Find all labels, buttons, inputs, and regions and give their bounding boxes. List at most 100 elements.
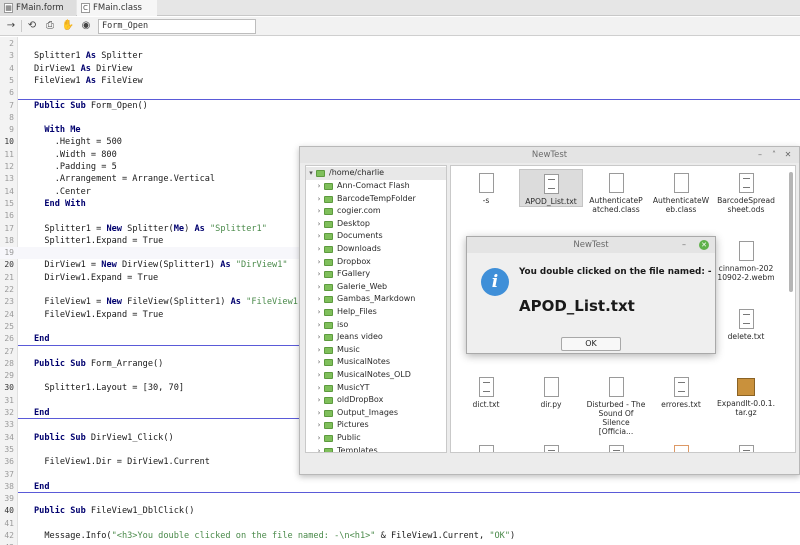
file-item[interactable]: fattura.xml <box>519 441 583 452</box>
file-item[interactable]: AuthenticateW eb.class <box>649 169 713 214</box>
file-item[interactable]: -s <box>454 169 518 205</box>
file-item[interactable]: Expandit.web m <box>454 441 518 452</box>
file-item[interactable]: cinnamon-202 10902-2.webm <box>714 237 778 282</box>
file-item[interactable]: BarcodeSpread sheet.ods <box>714 169 778 214</box>
file-item[interactable]: file.txt <box>714 441 778 452</box>
chevron-right-icon[interactable]: › <box>315 419 323 432</box>
line-number: 12 <box>4 162 14 171</box>
print-icon[interactable]: ⎙ <box>43 19 57 33</box>
chevron-right-icon[interactable]: › <box>315 382 323 395</box>
stop-icon[interactable]: ✋ <box>61 19 75 33</box>
chevron-right-icon[interactable]: › <box>315 180 323 193</box>
file-item[interactable]: dir.py <box>519 373 583 409</box>
line-number: 40 <box>4 506 14 516</box>
code-line[interactable]: 42 Message.Info("<h3>You double clicked … <box>0 530 800 542</box>
tree-folder-item[interactable]: › Output_Images <box>306 407 446 420</box>
tree-folder-item[interactable]: › Templates <box>306 445 446 452</box>
tree-folder-item[interactable]: › Dropbox <box>306 256 446 269</box>
chevron-right-icon[interactable]: › <box>315 445 323 452</box>
chevron-right-icon[interactable]: › <box>315 432 323 445</box>
chevron-right-icon[interactable]: › <box>315 193 323 206</box>
code-line[interactable]: 40 Public Sub FileView1_DblClick() <box>0 505 800 517</box>
file-item[interactable]: ExpandIt-0.0.1. tar.gz <box>714 373 778 417</box>
tree-folder-item[interactable]: › Help_Files <box>306 306 446 319</box>
view-icon[interactable]: ◉ <box>79 19 93 33</box>
tree-folder-item[interactable]: › Pictures <box>306 419 446 432</box>
code-line[interactable]: 4 DirView1 As DirView <box>0 63 800 75</box>
code-line[interactable]: 38 End <box>0 481 800 493</box>
code-text: With Me <box>44 125 81 136</box>
tree-folder-item[interactable]: › MusicalNotes <box>306 356 446 369</box>
procedure-selector[interactable]: Form_Open <box>98 19 256 34</box>
file-item[interactable]: AuthenticateP atched.class <box>584 169 648 214</box>
file-item[interactable]: dict.txt <box>454 373 518 409</box>
tree-folder-item[interactable]: › Desktop <box>306 218 446 231</box>
code-line[interactable]: 41 <box>0 518 800 530</box>
chevron-right-icon[interactable]: › <box>315 331 323 344</box>
tree-root[interactable]: ▾ /home/charlie <box>306 167 446 180</box>
close-icon[interactable]: ✕ <box>699 240 709 250</box>
chevron-right-icon[interactable]: › <box>315 205 323 218</box>
chevron-right-icon[interactable]: › <box>315 230 323 243</box>
tree-folder-item[interactable]: › cogier.com <box>306 205 446 218</box>
chevron-right-icon[interactable]: › <box>315 356 323 369</box>
code-line[interactable]: 7 Public Sub Form_Open() <box>0 100 800 112</box>
editor-toolbar: → ⟲ ⎙ ✋ ◉ Form_Open <box>0 17 800 36</box>
refresh-icon[interactable]: ⟲ <box>25 19 39 33</box>
chevron-right-icon[interactable]: › <box>315 218 323 231</box>
tree-folder-item[interactable]: › Ann-Comact Flash <box>306 180 446 193</box>
line-number: 2 <box>9 39 14 48</box>
code-line[interactable]: 8 <box>0 112 800 124</box>
file-item[interactable]: errores.txt <box>649 373 713 409</box>
chevron-right-icon[interactable]: › <box>315 344 323 357</box>
tree-folder-item[interactable]: › oldDropBox <box>306 394 446 407</box>
tree-folder-item[interactable]: › iso <box>306 319 446 332</box>
tree-folder-item[interactable]: › MusicalNotes_OLD <box>306 369 446 382</box>
tree-folder-item[interactable]: › Public <box>306 432 446 445</box>
chevron-right-icon[interactable]: › <box>315 281 323 294</box>
chevron-right-icon[interactable]: › <box>315 394 323 407</box>
line-number: 4 <box>9 63 14 73</box>
tree-folder-item[interactable]: › Galerie_Web <box>306 281 446 294</box>
minimize-icon[interactable]: – <box>679 240 689 250</box>
chevron-right-icon[interactable]: › <box>315 369 323 382</box>
tree-folder-item[interactable]: › Gambas_Markdown <box>306 293 446 306</box>
chevron-right-icon[interactable]: › <box>315 256 323 269</box>
code-line[interactable]: 5 FileView1 As FileView <box>0 75 800 87</box>
code-line[interactable]: 2 <box>0 38 800 50</box>
maximize-icon[interactable]: ˄ <box>769 150 779 160</box>
tree-folder-item[interactable]: › Music <box>306 344 446 357</box>
chevron-right-icon[interactable]: › <box>315 319 323 332</box>
file-item[interactable]: APOD_List.txt <box>519 169 583 207</box>
tree-folder-item[interactable]: › Downloads <box>306 243 446 256</box>
folder-icon <box>324 271 333 279</box>
chevron-right-icon[interactable]: › <box>315 243 323 256</box>
tree-folder-item[interactable]: › Documents <box>306 230 446 243</box>
folder-icon <box>324 372 333 379</box>
file-item[interactable]: file.html <box>649 441 713 452</box>
tree-folder-item[interactable]: › Jeans video <box>306 331 446 344</box>
minimize-icon[interactable]: – <box>755 150 765 160</box>
tree-folder-item[interactable]: › MusicYT <box>306 382 446 395</box>
arrow-right-icon[interactable]: → <box>4 19 18 33</box>
chevron-right-icon[interactable]: › <box>315 306 323 319</box>
directory-tree[interactable]: ▾ /home/charlie › Ann-Comact Flash › Barcod… <box>305 165 447 453</box>
tab-fmain-form[interactable]: ▦ FMain.form <box>0 0 76 16</box>
chevron-down-icon[interactable]: ▾ <box>307 167 315 180</box>
code-line[interactable]: 39 <box>0 493 800 505</box>
chevron-right-icon[interactable]: › <box>315 407 323 420</box>
tab-fmain-class[interactable]: C FMain.class <box>77 0 157 16</box>
vertical-scrollbar[interactable] <box>789 172 793 292</box>
code-line[interactable]: 6 <box>0 87 800 99</box>
chevron-right-icon[interactable]: › <box>315 293 323 306</box>
file-item[interactable]: Disturbed - The Sound Of Silence [Offici… <box>584 373 648 436</box>
chevron-right-icon[interactable]: › <box>315 268 323 281</box>
file-item[interactable]: delete.txt <box>714 305 778 341</box>
tree-folder-item[interactable]: › FGallery <box>306 268 446 281</box>
ok-button[interactable]: OK <box>561 337 621 351</box>
code-line[interactable]: 9 With Me <box>0 124 800 136</box>
close-icon[interactable]: ✕ <box>783 150 793 160</box>
tree-folder-item[interactable]: › BarcodeTempFolder <box>306 193 446 206</box>
code-line[interactable]: 3 Splitter1 As Splitter <box>0 50 800 62</box>
file-item[interactable]: ffmpeg.txt <box>584 441 648 452</box>
